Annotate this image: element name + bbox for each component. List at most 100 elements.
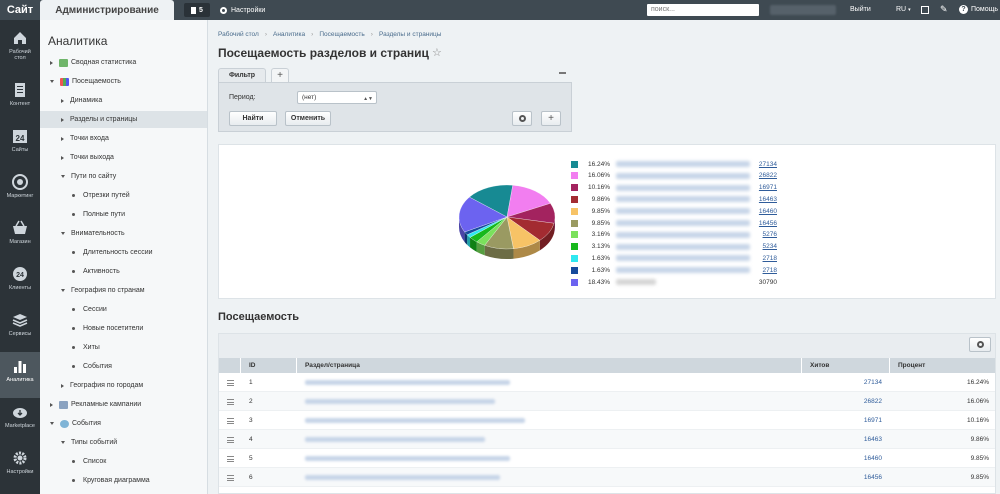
sidebar-item-path-segments[interactable]: Отрезки путей bbox=[40, 187, 207, 204]
sidebar-item-pie-chart[interactable]: Круговая диаграмма bbox=[40, 472, 207, 489]
expand-arrow-icon[interactable] bbox=[61, 383, 64, 388]
collapse-arrow-icon[interactable] bbox=[61, 289, 65, 292]
page-url-blurred[interactable] bbox=[305, 475, 500, 480]
minimize-icon[interactable] bbox=[559, 72, 566, 74]
row-page[interactable] bbox=[297, 373, 802, 392]
period-select[interactable]: (нет) ▲▼ bbox=[297, 91, 377, 104]
sidebar-item-sections[interactable]: Разделы и страницы bbox=[40, 111, 207, 128]
breadcrumb-item[interactable]: Посещаемость bbox=[319, 31, 364, 38]
legend-value[interactable]: 2718 bbox=[757, 255, 777, 262]
logout-link[interactable]: Выйти bbox=[850, 6, 871, 13]
page-url-blurred[interactable] bbox=[305, 399, 495, 404]
collapse-arrow-icon[interactable] bbox=[61, 441, 65, 444]
find-button[interactable]: Найти bbox=[229, 111, 277, 126]
row-menu-cell[interactable] bbox=[219, 373, 241, 392]
add-filter-tab-button[interactable]: + bbox=[271, 68, 289, 82]
sidebar-item-exit-points[interactable]: Точки выхода bbox=[40, 149, 207, 166]
sidebar-item-hits[interactable]: Хиты bbox=[40, 339, 207, 356]
filter-settings-button[interactable] bbox=[512, 111, 532, 126]
sidebar-item-paths[interactable]: Пути по сайту bbox=[40, 168, 207, 185]
collapse-arrow-icon[interactable] bbox=[50, 80, 54, 83]
page-url-blurred[interactable] bbox=[305, 418, 525, 423]
row-menu-cell[interactable] bbox=[219, 430, 241, 449]
sidebar-item-attention[interactable]: Внимательность bbox=[40, 225, 207, 242]
row-hits[interactable]: 27134 bbox=[802, 373, 890, 392]
legend-url-blurred[interactable] bbox=[616, 208, 750, 215]
table-row[interactable]: 5 16460 9.85% bbox=[219, 449, 995, 468]
collapse-arrow-icon[interactable] bbox=[61, 232, 65, 235]
page-url-blurred[interactable] bbox=[305, 437, 485, 442]
page-url-blurred[interactable] bbox=[305, 380, 510, 385]
legend-url-blurred[interactable] bbox=[616, 255, 750, 262]
sidebar-item-entry-points[interactable]: Точки входа bbox=[40, 130, 207, 147]
site-tab[interactable]: Сайт bbox=[0, 0, 40, 20]
row-menu-cell[interactable] bbox=[219, 449, 241, 468]
nav-marketing[interactable]: Маркетинг bbox=[0, 168, 40, 214]
table-settings-button[interactable] bbox=[969, 337, 991, 352]
collapse-arrow-icon[interactable] bbox=[50, 422, 54, 425]
legend-value[interactable]: 2718 bbox=[757, 267, 777, 274]
row-hits[interactable]: 26822 bbox=[802, 392, 890, 411]
menu-icon[interactable] bbox=[226, 379, 234, 386]
legend-value[interactable]: 5234 bbox=[757, 243, 777, 250]
table-row[interactable]: 3 16971 10.16% bbox=[219, 411, 995, 430]
column-header-percent[interactable]: Процент bbox=[890, 358, 995, 373]
nav-sites[interactable]: 24 Сайты bbox=[0, 122, 40, 168]
menu-icon[interactable] bbox=[226, 417, 234, 424]
nav-content[interactable]: Контент bbox=[0, 76, 40, 122]
expand-arrow-icon[interactable] bbox=[61, 136, 64, 141]
star-icon[interactable]: ☆ bbox=[432, 46, 442, 59]
legend-value[interactable]: 27134 bbox=[757, 161, 777, 168]
breadcrumb-item[interactable]: Разделы и страницы bbox=[379, 31, 441, 38]
breadcrumb-item[interactable]: Рабочий стол bbox=[218, 31, 259, 38]
expand-arrow-icon[interactable] bbox=[61, 98, 64, 103]
pin-icon[interactable]: ✎ bbox=[940, 4, 948, 15]
sidebar-item-new-visitors[interactable]: Новые посетители bbox=[40, 320, 207, 337]
filter-tab[interactable]: Фильтр bbox=[218, 68, 266, 82]
legend-url-blurred[interactable] bbox=[616, 220, 750, 226]
nav-shop[interactable]: Магазин bbox=[0, 214, 40, 260]
legend-url-blurred[interactable] bbox=[616, 243, 750, 250]
expand-arrow-icon[interactable] bbox=[50, 402, 53, 407]
row-page[interactable] bbox=[297, 430, 802, 449]
legend-value[interactable]: 16971 bbox=[757, 184, 777, 191]
nav-marketplace[interactable]: Marketplace bbox=[0, 398, 40, 444]
row-page[interactable] bbox=[297, 449, 802, 468]
row-menu-cell[interactable] bbox=[219, 411, 241, 430]
user-name-blurred[interactable] bbox=[770, 5, 836, 15]
row-hits[interactable]: 16971 bbox=[802, 411, 890, 430]
menu-icon[interactable] bbox=[226, 398, 234, 405]
sidebar-item-full-paths[interactable]: Полные пути bbox=[40, 206, 207, 223]
sidebar-item-geo-countries[interactable]: География по странам bbox=[40, 282, 207, 299]
table-row[interactable]: 4 16463 9.86% bbox=[219, 430, 995, 449]
legend-value[interactable]: 26822 bbox=[757, 172, 777, 179]
legend-url-blurred[interactable] bbox=[616, 231, 750, 238]
sidebar-item-geo-cities[interactable]: География по городам bbox=[40, 377, 207, 394]
row-hits[interactable]: 16456 bbox=[802, 468, 890, 487]
sidebar-item-dynamics[interactable]: Динамика bbox=[40, 92, 207, 109]
expand-arrow-icon[interactable] bbox=[50, 60, 53, 65]
row-menu-cell[interactable] bbox=[219, 468, 241, 487]
language-select[interactable]: RU ▾ bbox=[896, 6, 911, 13]
help-link[interactable]: ? Помощь bbox=[959, 5, 998, 14]
collapse-arrow-icon[interactable] bbox=[61, 175, 65, 178]
cancel-button[interactable]: Отменить bbox=[285, 111, 331, 126]
row-page[interactable] bbox=[297, 468, 802, 487]
table-row[interactable]: 6 16456 9.85% bbox=[219, 468, 995, 487]
column-header-hits[interactable]: Хитов bbox=[802, 358, 890, 373]
table-row[interactable]: 1 27134 16.24% bbox=[219, 373, 995, 392]
add-filter-field-button[interactable]: + bbox=[541, 111, 561, 126]
legend-url-blurred[interactable] bbox=[616, 161, 750, 167]
sidebar-item-ad-campaigns[interactable]: Рекламные кампании bbox=[40, 396, 207, 413]
row-page[interactable] bbox=[297, 392, 802, 411]
row-hits[interactable]: 16460 bbox=[802, 449, 890, 468]
sidebar-item-list[interactable]: Список bbox=[40, 453, 207, 470]
nav-settings[interactable]: Настройки bbox=[0, 444, 40, 490]
legend-url-blurred[interactable] bbox=[616, 184, 750, 191]
nav-services[interactable]: Сервисы bbox=[0, 306, 40, 352]
sidebar-item-event-types[interactable]: Типы событий bbox=[40, 434, 207, 451]
sidebar-item-events[interactable]: События bbox=[40, 415, 207, 432]
panel-icon[interactable] bbox=[921, 6, 929, 14]
menu-icon[interactable] bbox=[226, 474, 234, 481]
column-header-id[interactable]: ID bbox=[241, 358, 297, 373]
